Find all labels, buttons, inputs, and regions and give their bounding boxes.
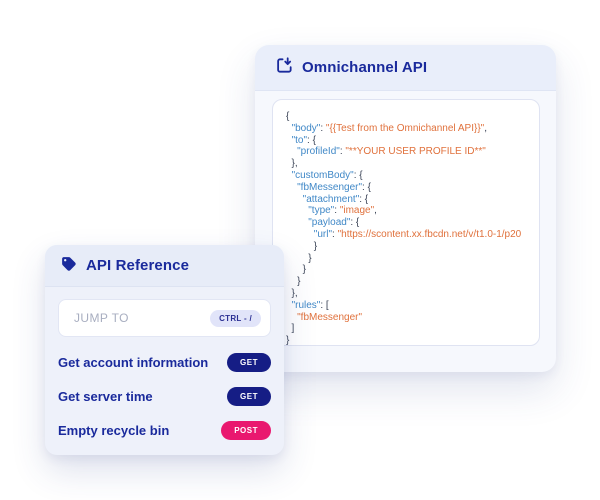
method-badge: POST — [221, 421, 271, 440]
jump-to-input[interactable] — [72, 310, 210, 326]
api-reference-card-header: API Reference — [45, 245, 284, 287]
endpoint-label: Empty recycle bin — [58, 423, 169, 438]
endpoint-row-empty-recycle-bin[interactable]: Empty recycle bin POST — [58, 413, 271, 447]
import-tray-icon — [276, 57, 293, 79]
jump-to-box: CTRL - / — [58, 299, 271, 337]
method-badge: GET — [227, 353, 271, 372]
api-reference-card-title: API Reference — [86, 257, 189, 274]
api-reference-card: API Reference CTRL - / Get account infor… — [45, 245, 284, 455]
omnichannel-card-title: Omnichannel API — [302, 59, 427, 76]
endpoint-label: Get account information — [58, 355, 208, 370]
endpoint-row-server-time[interactable]: Get server time GET — [58, 379, 271, 413]
endpoint-row-account-info[interactable]: Get account information GET — [58, 345, 271, 379]
omnichannel-card: Omnichannel API { "body": "{{Test from t… — [255, 45, 556, 372]
code-pre: { "body": "{{Test from the Omnichannel A… — [286, 111, 539, 346]
code-block: { "body": "{{Test from the Omnichannel A… — [272, 99, 540, 346]
endpoint-label: Get server time — [58, 389, 153, 404]
shortcut-badge: CTRL - / — [210, 310, 261, 327]
tag-icon — [60, 255, 77, 277]
omnichannel-card-header: Omnichannel API — [255, 45, 556, 91]
method-badge: GET — [227, 387, 271, 406]
endpoint-list: Get account information GET Get server t… — [58, 345, 271, 447]
page-canvas: { "page": { "background": "#ffffff" }, "… — [0, 0, 600, 500]
